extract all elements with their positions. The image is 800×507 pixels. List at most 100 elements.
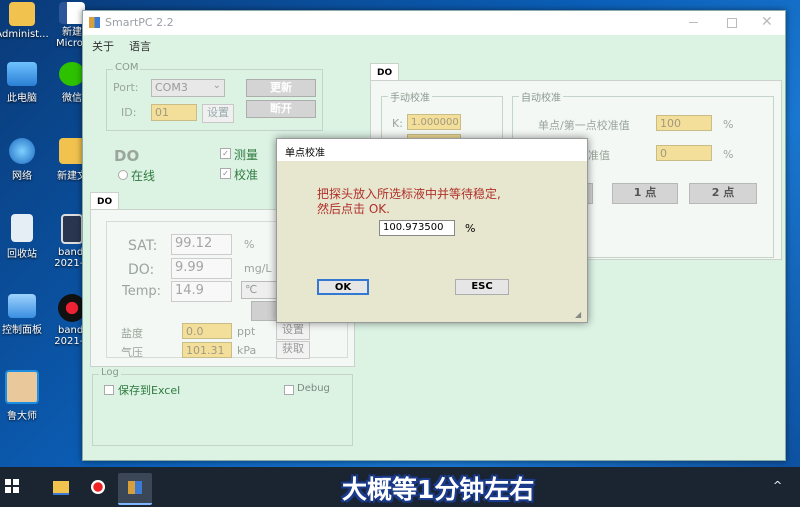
ludashi-icon <box>5 370 39 404</box>
ok-button-label: OK <box>334 282 352 293</box>
one-point-button-label: 1 点 <box>633 186 657 199</box>
desktop-icon-this-pc[interactable]: 此电脑 <box>0 62 50 104</box>
desktop-icon-label: 回收站 <box>7 249 37 260</box>
computer-icon <box>7 62 37 86</box>
pressure-input[interactable]: 101.31 <box>182 342 232 358</box>
set-id-button[interactable]: 设置 <box>202 104 234 123</box>
dialog-value-input[interactable]: 100.973500 <box>379 220 455 236</box>
dialog-message-line2: 然后点击 OK. <box>317 202 390 216</box>
port-select[interactable]: COM3 ⌄ <box>151 79 225 97</box>
menu-bar: 关于 语言 <box>83 35 785 55</box>
calibrate-checkbox[interactable]: ✓ <box>220 168 231 179</box>
globe-icon <box>9 138 35 164</box>
temp-label: Temp: <box>122 284 162 299</box>
second-point-label: 准值 <box>588 149 610 162</box>
desktop-icon-label: 控制面板 <box>2 325 42 336</box>
second-point-input[interactable]: 0 <box>656 145 712 161</box>
app-icon <box>89 17 100 28</box>
video-caption: 大概等1分钟左右 <box>342 475 535 504</box>
menu-language[interactable]: 语言 <box>129 38 151 54</box>
refresh-button-label: 更新 <box>270 81 292 94</box>
start-windows-icon[interactable] <box>5 479 19 493</box>
temp-unit-value: ℃ <box>245 283 258 296</box>
desktop-icon-admin[interactable]: Administ... <box>0 2 50 40</box>
online-label: 在线 <box>131 169 156 183</box>
measure-checkbox[interactable]: ✓ <box>220 148 231 159</box>
auto-calibration-title: 自动校准 <box>519 89 563 104</box>
taskbar-smartpc[interactable] <box>118 473 152 505</box>
debug-checkbox[interactable] <box>284 385 294 395</box>
record-icon <box>91 480 105 494</box>
folder-icon <box>53 481 69 495</box>
salinity-unit: ppt <box>237 325 256 338</box>
debug-label: Debug <box>297 383 330 394</box>
control-panel-icon <box>8 294 36 318</box>
window-title: SmartPC 2.2 <box>105 16 174 29</box>
sat-value: 99.12 <box>171 234 232 255</box>
desktop-icon-ludashi[interactable]: 鲁大师 <box>0 370 50 422</box>
minimize-icon[interactable] <box>689 22 698 23</box>
desktop-icon-network[interactable]: 网络 <box>0 138 50 182</box>
single-point-label: 单点/第一点校准值 <box>538 119 630 132</box>
esc-button-label: ESC <box>471 281 493 292</box>
pressure-get-label: 获取 <box>282 342 304 355</box>
chevron-up-icon[interactable]: ^ <box>773 479 782 492</box>
tab-do-right-label: DO <box>377 68 393 78</box>
pressure-label: 气压 <box>121 346 143 359</box>
window-titlebar: SmartPC 2.2 ✕ <box>83 11 785 35</box>
do-unit: mg/L <box>244 262 272 275</box>
ok-button[interactable]: OK <box>317 279 369 295</box>
dialog-value-text: 100.973500 <box>383 222 444 233</box>
esc-button[interactable]: ESC <box>455 279 509 295</box>
online-radio-icon <box>118 170 128 180</box>
taskbar-bandicam[interactable] <box>82 473 116 503</box>
com-group-title: COM <box>113 62 141 73</box>
pressure-get-button[interactable]: 获取 <box>276 341 310 359</box>
taskbar-file-explorer[interactable] <box>44 473 78 503</box>
do-title: DO <box>114 147 140 165</box>
temp-unit-select[interactable]: ℃ <box>241 281 279 299</box>
dialog-titlebar: 单点校准 <box>277 139 587 161</box>
do-label: DO: <box>128 262 155 278</box>
disconnect-button[interactable]: 断开 <box>246 100 316 118</box>
folder-user-icon <box>9 2 35 26</box>
chevron-down-icon: ⌄ <box>212 80 221 91</box>
one-point-button[interactable]: 1 点 <box>612 183 678 204</box>
single-point-input[interactable]: 100 <box>656 115 712 131</box>
menu-about[interactable]: 关于 <box>92 38 114 54</box>
sat-label: SAT: <box>128 238 158 254</box>
resize-grip-icon[interactable]: ◢ <box>575 310 581 319</box>
salinity-set-button[interactable]: 设置 <box>276 322 310 340</box>
temp-value: 14.9 <box>171 281 232 302</box>
second-point-unit: % <box>723 148 734 161</box>
manual-calibration-title: 手动校准 <box>388 89 432 104</box>
single-point-calibration-dialog: 单点校准 把探头放入所选标液中并等待稳定, 然后点击 OK. 100.97350… <box>276 138 588 323</box>
save-excel-label: 保存到Excel <box>118 384 181 397</box>
disconnect-button-label: 断开 <box>270 102 292 115</box>
recycle-bin-icon <box>11 214 33 242</box>
desktop-icon-control-panel[interactable]: 控制面板 <box>0 294 50 336</box>
do-value: 9.99 <box>171 258 232 279</box>
desktop-icon-recycle-bin[interactable]: 回收站 <box>0 214 50 260</box>
measure-label: 测量 <box>234 148 259 162</box>
log-group-title: Log <box>99 367 121 378</box>
port-label: Port: <box>113 81 139 94</box>
dialog-unit: % <box>465 222 476 235</box>
dialog-title: 单点校准 <box>285 148 325 159</box>
desktop-icon-label: 此电脑 <box>7 93 37 104</box>
refresh-button[interactable]: 更新 <box>246 79 316 97</box>
k-input[interactable]: 1.000000 <box>407 114 461 130</box>
salinity-input[interactable]: 0.0 <box>182 323 232 339</box>
sat-unit: % <box>244 238 255 251</box>
k-label: K: <box>392 117 403 130</box>
save-excel-checkbox[interactable] <box>104 385 114 395</box>
desktop-icon-label: 鲁大师 <box>7 411 37 422</box>
close-icon[interactable]: ✕ <box>761 14 773 30</box>
desktop-icon-label: Administ... <box>0 29 49 40</box>
id-label: ID: <box>121 106 137 119</box>
two-point-button[interactable]: 2 点 <box>689 183 757 204</box>
id-input[interactable]: 01 <box>151 104 197 121</box>
port-select-value: COM3 <box>155 81 188 94</box>
tab-do-left-label: DO <box>97 197 113 207</box>
maximize-icon[interactable] <box>727 18 737 28</box>
